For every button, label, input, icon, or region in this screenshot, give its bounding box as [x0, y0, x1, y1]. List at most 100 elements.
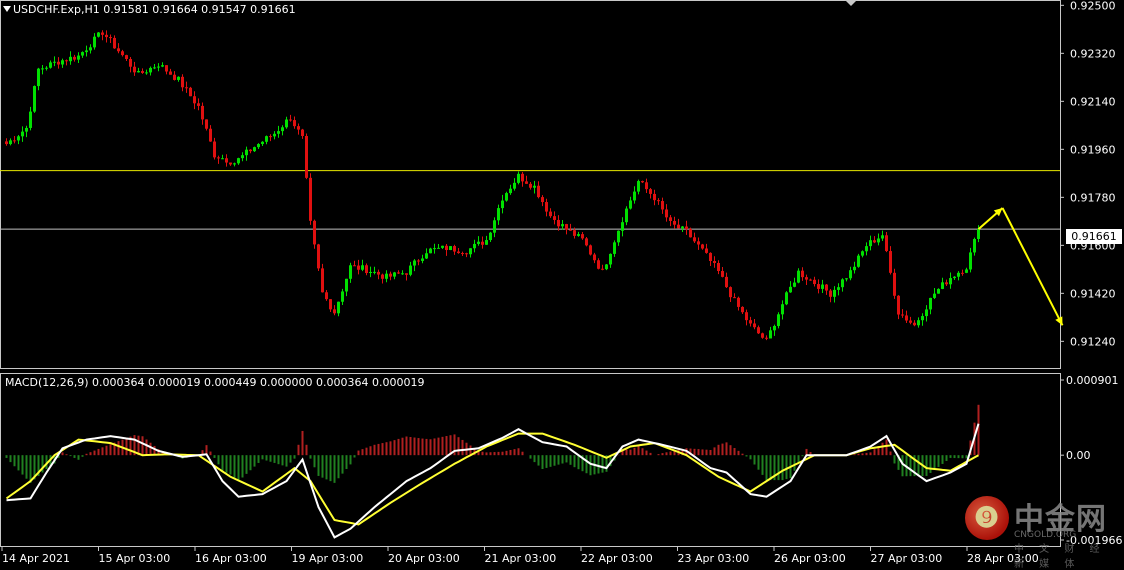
- candle-bear: [597, 260, 600, 269]
- candle-bull: [233, 163, 236, 165]
- candle-bear: [5, 141, 8, 145]
- candle-bear: [169, 71, 172, 75]
- candle-bear: [829, 290, 832, 297]
- watermark-logo: ❾ 中金网 CNGOLD.ORG 中 文 财 经 新 媒 体: [962, 494, 1122, 570]
- candle-bear: [761, 333, 764, 338]
- time-axis-label: 19 Apr 03:00: [292, 552, 364, 565]
- candle-bull: [17, 136, 20, 141]
- candle-bull: [425, 253, 428, 259]
- candle-bear: [673, 220, 676, 225]
- candle-bear: [649, 189, 652, 194]
- candle-bear: [465, 253, 468, 255]
- candle-bull: [245, 149, 248, 156]
- candle-bull: [137, 71, 140, 73]
- candle-bull: [469, 248, 472, 255]
- candle-bull: [441, 245, 444, 248]
- candle-bull: [505, 193, 508, 201]
- candle-bull: [925, 309, 928, 317]
- candle-bear: [189, 87, 192, 97]
- candle-bull: [605, 264, 608, 270]
- candle-bull: [625, 208, 628, 223]
- candle-bull: [773, 326, 776, 331]
- candle-bull: [621, 222, 624, 231]
- candle-bull: [257, 144, 260, 148]
- candle-bear: [961, 272, 964, 274]
- price-axis-label: 0.91780: [1070, 191, 1116, 204]
- candle-bull: [965, 269, 968, 273]
- candle-bear: [901, 314, 904, 316]
- macd-axis-label: 0.00: [1066, 449, 1091, 462]
- price-axis-label: 0.91960: [1070, 143, 1116, 156]
- candle-bear: [209, 128, 212, 142]
- candle-bear: [365, 265, 368, 274]
- chart-shift-marker-icon[interactable]: [845, 0, 857, 6]
- chart-canvas: 0.92500 0.92320 0.92140 0.91960 0.91780 0.916…: [0, 0, 1122, 565]
- candle-bear: [897, 295, 900, 315]
- chart-menu-triangle-icon[interactable]: [3, 6, 11, 12]
- candle-bear: [173, 74, 176, 80]
- candle-bear: [329, 299, 332, 310]
- candle-bull: [433, 248, 436, 250]
- candle-bear: [405, 273, 408, 275]
- candle-bear: [569, 229, 572, 231]
- candle-bull: [517, 173, 520, 183]
- candle-bear: [541, 197, 544, 203]
- candle-bear: [165, 65, 168, 72]
- candle-bear: [717, 263, 720, 271]
- candle-bear: [909, 320, 912, 323]
- candle-bear: [481, 241, 484, 245]
- candle-bear: [713, 260, 716, 264]
- candle-bull: [933, 293, 936, 298]
- candle-bull: [789, 286, 792, 293]
- candle-bear: [193, 96, 196, 104]
- candle-bear: [269, 136, 272, 138]
- candle-bull: [273, 133, 276, 137]
- candle-bull: [61, 60, 64, 65]
- candle-bear: [445, 245, 448, 251]
- candle-bear: [721, 270, 724, 277]
- candle-bear: [677, 224, 680, 229]
- candle-bear: [181, 76, 184, 88]
- candle-bull: [857, 255, 860, 267]
- candle-bull: [629, 200, 632, 209]
- candle-bear: [745, 312, 748, 321]
- candle-bull: [429, 248, 432, 254]
- candle-bear: [573, 230, 576, 236]
- candle-bull: [25, 127, 28, 132]
- candle-bear: [325, 292, 328, 300]
- candle-bull: [941, 282, 944, 289]
- candle-bull: [633, 191, 636, 201]
- candle-bull: [265, 136, 268, 142]
- candle-bull: [797, 270, 800, 283]
- candle-bear: [125, 55, 128, 59]
- candle-bull: [29, 111, 32, 128]
- candle-bull: [409, 265, 412, 275]
- watermark-domain: CNGOLD.ORG: [1014, 530, 1077, 540]
- candle-bear: [701, 244, 704, 249]
- candle-bull: [337, 301, 340, 314]
- candle-bear: [945, 282, 948, 285]
- watermark-logo-icon: ❾: [965, 496, 1009, 540]
- candle-bull: [97, 32, 100, 37]
- candle-bear: [525, 181, 528, 184]
- candle-bear: [457, 251, 460, 254]
- candle-bear: [565, 224, 568, 230]
- candle-bull: [157, 66, 160, 68]
- candle-bull: [973, 238, 976, 253]
- candle-bear: [397, 272, 400, 274]
- candle-bear: [381, 274, 384, 279]
- candle-bear: [885, 235, 888, 252]
- candle-bull: [21, 131, 24, 137]
- candle-bear: [805, 277, 808, 280]
- candle-bear: [693, 237, 696, 242]
- candle-bear: [453, 246, 456, 252]
- candle-bear: [117, 48, 120, 52]
- candle-bear: [197, 103, 200, 106]
- candle-bear: [913, 322, 916, 326]
- candle-bull: [509, 188, 512, 194]
- candle-bull: [37, 68, 40, 87]
- candle-bull: [341, 291, 344, 302]
- candle-bear: [813, 279, 816, 285]
- candle-bull: [861, 251, 864, 256]
- candle-bear: [549, 211, 552, 217]
